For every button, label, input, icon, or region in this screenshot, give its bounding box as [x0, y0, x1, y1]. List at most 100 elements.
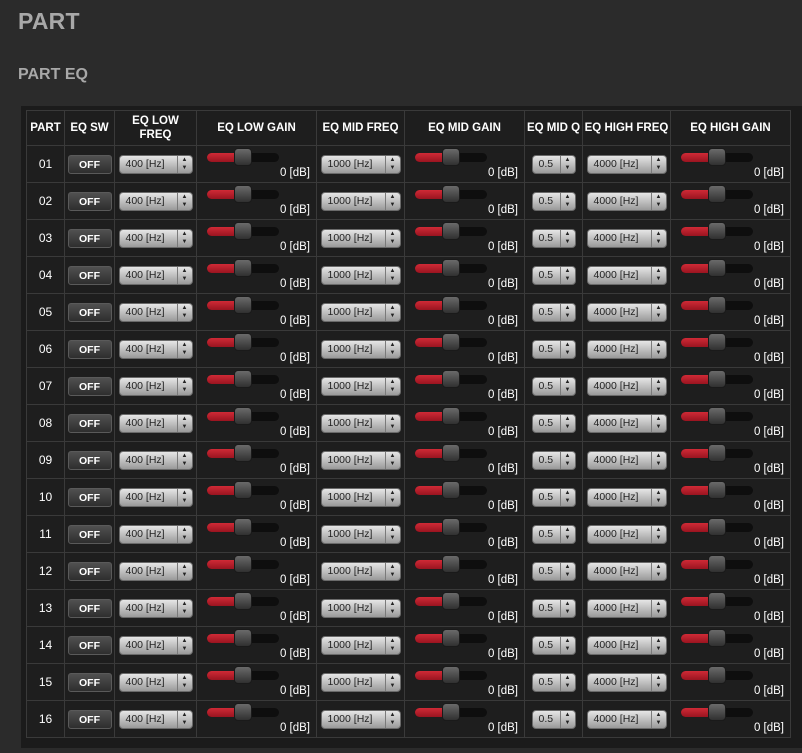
slider-knob[interactable] — [234, 185, 252, 203]
slider-knob[interactable] — [234, 407, 252, 425]
eq-low-freq-select[interactable]: 400 [Hz] ▲ ▼ — [118, 450, 193, 470]
eq-high-freq-select[interactable]: 4000 [Hz] ▲ ▼ — [586, 339, 667, 359]
eq-low-freq-select[interactable]: 400 [Hz] ▲ ▼ — [118, 228, 193, 248]
eq-mid-gain-slider[interactable] — [415, 148, 487, 166]
eq-high-gain-slider[interactable] — [681, 444, 753, 462]
slider-knob[interactable] — [442, 370, 460, 388]
eq-low-gain-slider[interactable] — [207, 333, 279, 351]
eq-mid-q-select[interactable]: 0.5 ▲ ▼ — [531, 635, 576, 655]
eq-low-freq-select[interactable]: 400 [Hz] ▲ ▼ — [118, 709, 193, 729]
eq-sw-button[interactable]: OFF — [67, 154, 112, 174]
eq-mid-freq-select[interactable]: 1000 [Hz] ▲ ▼ — [320, 339, 401, 359]
eq-mid-gain-slider[interactable] — [415, 222, 487, 240]
eq-high-freq-select[interactable]: 4000 [Hz] ▲ ▼ — [586, 524, 667, 544]
eq-mid-gain-slider[interactable] — [415, 444, 487, 462]
eq-low-freq-select[interactable]: 400 [Hz] ▲ ▼ — [118, 635, 193, 655]
eq-mid-q-select[interactable]: 0.5 ▲ ▼ — [531, 598, 576, 618]
eq-low-freq-select[interactable]: 400 [Hz] ▲ ▼ — [118, 487, 193, 507]
eq-low-freq-select[interactable]: 400 [Hz] ▲ ▼ — [118, 154, 193, 174]
eq-mid-gain-slider[interactable] — [415, 666, 487, 684]
eq-high-gain-slider[interactable] — [681, 518, 753, 536]
eq-low-freq-select[interactable]: 400 [Hz] ▲ ▼ — [118, 265, 193, 285]
eq-sw-button[interactable]: OFF — [67, 191, 112, 211]
eq-low-gain-slider[interactable] — [207, 407, 279, 425]
slider-knob[interactable] — [234, 518, 252, 536]
eq-low-freq-select[interactable]: 400 [Hz] ▲ ▼ — [118, 561, 193, 581]
eq-sw-button[interactable]: OFF — [67, 709, 112, 729]
eq-high-gain-slider[interactable] — [681, 555, 753, 573]
eq-high-freq-select[interactable]: 4000 [Hz] ▲ ▼ — [586, 228, 667, 248]
slider-knob[interactable] — [442, 259, 460, 277]
eq-sw-button[interactable]: OFF — [67, 561, 112, 581]
eq-low-freq-select[interactable]: 400 [Hz] ▲ ▼ — [118, 302, 193, 322]
eq-high-freq-select[interactable]: 4000 [Hz] ▲ ▼ — [586, 154, 667, 174]
eq-mid-q-select[interactable]: 0.5 ▲ ▼ — [531, 709, 576, 729]
slider-knob[interactable] — [234, 370, 252, 388]
slider-knob[interactable] — [442, 555, 460, 573]
eq-low-gain-slider[interactable] — [207, 296, 279, 314]
eq-mid-freq-select[interactable]: 1000 [Hz] ▲ ▼ — [320, 450, 401, 470]
eq-low-freq-select[interactable]: 400 [Hz] ▲ ▼ — [118, 191, 193, 211]
eq-mid-gain-slider[interactable] — [415, 555, 487, 573]
eq-mid-q-select[interactable]: 0.5 ▲ ▼ — [531, 191, 576, 211]
slider-knob[interactable] — [442, 518, 460, 536]
slider-knob[interactable] — [442, 407, 460, 425]
slider-knob[interactable] — [708, 148, 726, 166]
slider-knob[interactable] — [442, 592, 460, 610]
slider-knob[interactable] — [234, 592, 252, 610]
slider-knob[interactable] — [708, 629, 726, 647]
eq-mid-freq-select[interactable]: 1000 [Hz] ▲ ▼ — [320, 228, 401, 248]
slider-knob[interactable] — [708, 518, 726, 536]
eq-mid-freq-select[interactable]: 1000 [Hz] ▲ ▼ — [320, 635, 401, 655]
eq-high-freq-select[interactable]: 4000 [Hz] ▲ ▼ — [586, 672, 667, 692]
eq-mid-q-select[interactable]: 0.5 ▲ ▼ — [531, 265, 576, 285]
eq-mid-gain-slider[interactable] — [415, 333, 487, 351]
eq-mid-q-select[interactable]: 0.5 ▲ ▼ — [531, 154, 576, 174]
slider-knob[interactable] — [442, 666, 460, 684]
slider-knob[interactable] — [234, 259, 252, 277]
eq-sw-button[interactable]: OFF — [67, 450, 112, 470]
eq-high-gain-slider[interactable] — [681, 296, 753, 314]
eq-low-gain-slider[interactable] — [207, 555, 279, 573]
eq-low-gain-slider[interactable] — [207, 592, 279, 610]
eq-sw-button[interactable]: OFF — [67, 228, 112, 248]
slider-knob[interactable] — [234, 333, 252, 351]
eq-mid-freq-select[interactable]: 1000 [Hz] ▲ ▼ — [320, 376, 401, 396]
slider-knob[interactable] — [442, 185, 460, 203]
slider-knob[interactable] — [708, 259, 726, 277]
eq-sw-button[interactable]: OFF — [67, 265, 112, 285]
eq-low-gain-slider[interactable] — [207, 222, 279, 240]
slider-knob[interactable] — [708, 185, 726, 203]
eq-high-freq-select[interactable]: 4000 [Hz] ▲ ▼ — [586, 413, 667, 433]
eq-high-gain-slider[interactable] — [681, 592, 753, 610]
eq-low-freq-select[interactable]: 400 [Hz] ▲ ▼ — [118, 524, 193, 544]
eq-mid-freq-select[interactable]: 1000 [Hz] ▲ ▼ — [320, 598, 401, 618]
eq-mid-q-select[interactable]: 0.5 ▲ ▼ — [531, 561, 576, 581]
eq-high-freq-select[interactable]: 4000 [Hz] ▲ ▼ — [586, 635, 667, 655]
eq-high-gain-slider[interactable] — [681, 333, 753, 351]
eq-mid-q-select[interactable]: 0.5 ▲ ▼ — [531, 487, 576, 507]
slider-knob[interactable] — [708, 444, 726, 462]
eq-low-gain-slider[interactable] — [207, 629, 279, 647]
eq-low-gain-slider[interactable] — [207, 481, 279, 499]
eq-mid-gain-slider[interactable] — [415, 592, 487, 610]
eq-mid-freq-select[interactable]: 1000 [Hz] ▲ ▼ — [320, 709, 401, 729]
eq-high-gain-slider[interactable] — [681, 666, 753, 684]
eq-mid-gain-slider[interactable] — [415, 407, 487, 425]
eq-high-freq-select[interactable]: 4000 [Hz] ▲ ▼ — [586, 376, 667, 396]
slider-knob[interactable] — [234, 666, 252, 684]
eq-high-freq-select[interactable]: 4000 [Hz] ▲ ▼ — [586, 487, 667, 507]
eq-sw-button[interactable]: OFF — [67, 524, 112, 544]
eq-mid-gain-slider[interactable] — [415, 518, 487, 536]
eq-high-gain-slider[interactable] — [681, 222, 753, 240]
eq-mid-gain-slider[interactable] — [415, 296, 487, 314]
eq-low-gain-slider[interactable] — [207, 444, 279, 462]
eq-high-gain-slider[interactable] — [681, 481, 753, 499]
eq-sw-button[interactable]: OFF — [67, 672, 112, 692]
eq-low-gain-slider[interactable] — [207, 703, 279, 721]
eq-high-freq-select[interactable]: 4000 [Hz] ▲ ▼ — [586, 598, 667, 618]
eq-mid-gain-slider[interactable] — [415, 481, 487, 499]
eq-low-freq-select[interactable]: 400 [Hz] ▲ ▼ — [118, 339, 193, 359]
eq-sw-button[interactable]: OFF — [67, 635, 112, 655]
eq-sw-button[interactable]: OFF — [67, 413, 112, 433]
